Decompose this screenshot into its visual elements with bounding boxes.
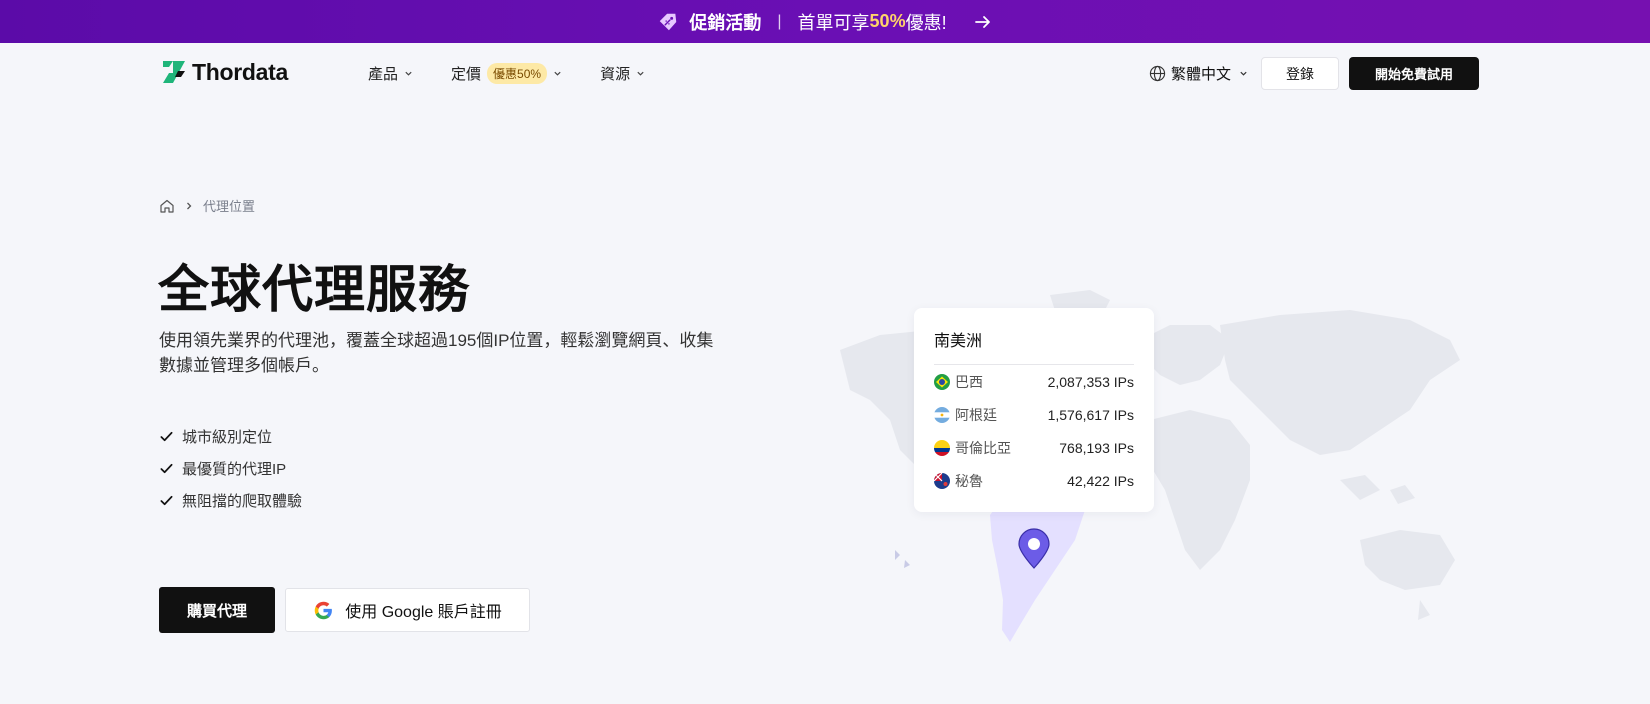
list-item: 無阻擋的爬取體驗	[159, 484, 302, 516]
buy-proxy-button[interactable]: 購買代理	[159, 587, 275, 633]
islands-shape	[1340, 475, 1380, 500]
peru-flag-icon	[934, 472, 950, 489]
login-button[interactable]: 登錄	[1261, 57, 1339, 90]
argentina-flag-icon	[934, 406, 950, 423]
country-ip-count: 768,193 IPs	[1059, 439, 1134, 456]
free-trial-button[interactable]: 開始免費試用	[1349, 57, 1479, 90]
promo-title: 促銷活動	[689, 12, 762, 33]
nav-label: 資源	[600, 66, 631, 83]
country-name: 阿根廷	[955, 406, 997, 423]
feature-label: 最優質的代理IP	[182, 460, 287, 478]
home-icon[interactable]	[159, 198, 175, 214]
hero-description: 使用領先業界的代理池，覆蓋全球超過195個IP位置，輕鬆瀏覽網頁、收集數據並管理…	[159, 331, 714, 375]
promo-text-prefix: 首單可享	[797, 12, 870, 33]
discount-badge: 優惠50%	[487, 63, 548, 84]
nav-item-products[interactable]: 產品	[368, 63, 413, 84]
breadcrumb-current: 代理位置	[203, 199, 256, 214]
list-item: 城市級別定位	[159, 420, 302, 452]
main-nav: 產品 定價 優惠50% 資源	[368, 63, 683, 84]
asia-shape	[1220, 310, 1460, 455]
arrow-right-icon[interactable]	[973, 12, 993, 32]
thordata-logo-icon	[163, 61, 185, 83]
language-selector[interactable]: 繁體中文	[1149, 63, 1248, 84]
google-signup-button[interactable]: 使用 Google 賬戶註冊	[285, 588, 530, 632]
check-icon	[160, 495, 173, 505]
map-pin-icon[interactable]	[1016, 528, 1052, 570]
nav-item-pricing[interactable]: 定價 優惠50%	[451, 63, 562, 84]
feature-list: 城市級別定位 最優質的代理IP 無阻擋的爬取體驗	[159, 420, 302, 516]
google-icon	[315, 601, 333, 619]
region-title: 南美洲	[934, 308, 1134, 365]
list-item[interactable]: 巴西 2,087,353 IPs	[934, 365, 1134, 398]
list-item: 最優質的代理IP	[159, 452, 302, 484]
australia-shape	[1360, 530, 1455, 590]
nav-label: 產品	[368, 66, 399, 83]
promo-separator: |	[777, 12, 782, 30]
list-item[interactable]: 哥倫比亞 768,193 IPs	[934, 431, 1134, 464]
check-icon	[160, 463, 173, 473]
list-item[interactable]: 秘魯 42,422 IPs	[934, 464, 1134, 497]
nav-label: 定價	[451, 66, 482, 83]
feature-label: 城市級別定位	[182, 428, 273, 446]
country-name: 巴西	[955, 373, 983, 390]
page-title: 全球代理服務	[158, 261, 471, 318]
promo-banner[interactable]: 促銷活動 | 首單可享 50% 優惠!	[0, 0, 1650, 43]
country-name: 秘魯	[955, 472, 983, 489]
promo-highlight: 50%	[869, 11, 906, 31]
chevron-down-icon	[554, 71, 561, 76]
check-icon	[160, 431, 173, 441]
promo-text-suffix: 優惠!	[905, 12, 947, 33]
language-label: 繁體中文	[1171, 66, 1232, 83]
region-card: 南美洲 巴西 2,087,353 IPs 阿根廷 1,576,617 IPs 哥…	[914, 308, 1154, 512]
list-item[interactable]: 阿根廷 1,576,617 IPs	[934, 398, 1134, 431]
chevron-down-icon	[1240, 71, 1247, 76]
logo[interactable]: Thordata	[159, 57, 288, 87]
logo-text: Thordata	[192, 58, 288, 85]
chevron-right-icon	[187, 202, 192, 209]
site-header: Thordata 產品 定價 優惠50% 資源 繁體中文 登錄 開始免費試用	[0, 43, 1650, 103]
tag-icon	[660, 13, 677, 30]
africa-shape	[1140, 410, 1250, 570]
chevron-down-icon	[405, 71, 412, 76]
nav-item-resources[interactable]: 資源	[600, 63, 645, 84]
chevron-down-icon	[637, 71, 644, 76]
country-ip-count: 1,576,617 IPs	[1047, 406, 1134, 423]
country-name: 哥倫比亞	[955, 439, 1011, 456]
brazil-flag-icon	[934, 373, 950, 390]
country-ip-count: 42,422 IPs	[1067, 472, 1134, 489]
country-ip-count: 2,087,353 IPs	[1047, 373, 1134, 390]
google-signup-label: 使用 Google 賬戶註冊	[345, 604, 502, 621]
feature-label: 無阻擋的爬取體驗	[182, 492, 303, 510]
globe-icon	[1149, 65, 1166, 82]
breadcrumb: 代理位置	[159, 196, 255, 215]
colombia-flag-icon	[934, 439, 950, 456]
